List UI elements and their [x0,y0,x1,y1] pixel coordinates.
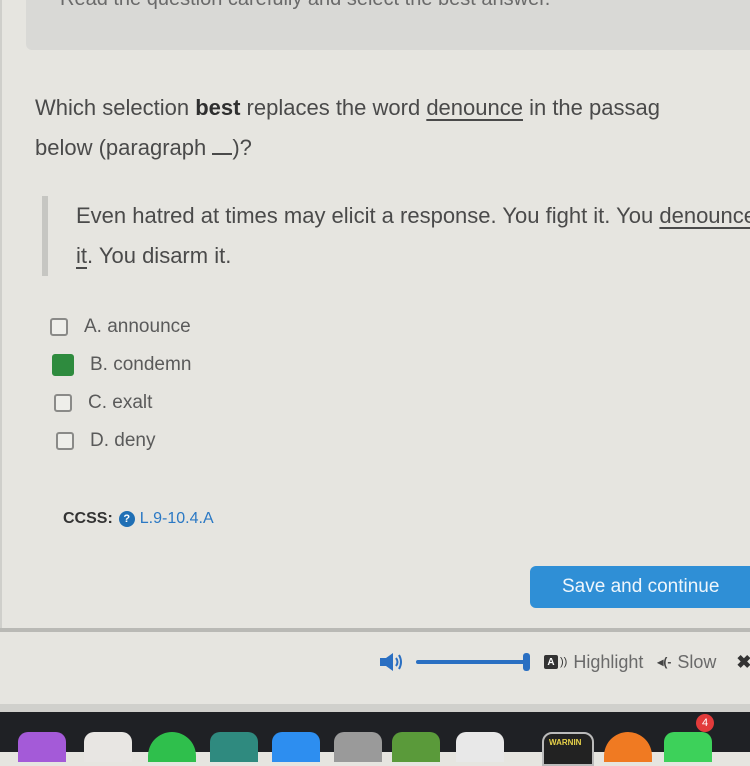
option-label: A. announce [84,316,191,337]
target-word: denounce [426,95,523,120]
instructions-text: Read the question carefully and select t… [60,0,550,11]
option-label: B. condemn [90,354,192,375]
highlight-button[interactable]: Highlight [573,652,643,673]
dock-app-podcasts[interactable] [18,732,66,762]
dock-app-messages[interactable] [664,732,712,762]
dock-app-origin[interactable] [604,732,652,762]
highlight-icon[interactable]: A [544,655,558,669]
dock-app-news[interactable] [84,732,132,762]
console-warning-text: WARNIN [549,738,582,747]
question-text: Which selection [35,95,196,120]
answer-options: A. announce B. condemn C. exalt D. deny [50,308,191,460]
paragraph-blank [212,135,233,155]
question-prompt: Which selection best replaces the word d… [35,88,750,168]
sound-waves-icon: )) [560,656,568,668]
ccss-label: CCSS: [63,510,113,527]
mac-dock: WARNIN [0,712,750,766]
notification-badge: 4 [696,714,714,732]
checkbox[interactable] [54,394,72,412]
question-text: )? [232,135,252,160]
dock-app-roblox[interactable] [456,732,504,762]
slow-button[interactable]: Slow [677,652,716,673]
question-text: in the passag [522,95,660,120]
passage-excerpt: Even hatred at times may elicit a respon… [76,196,750,276]
option-d[interactable]: D. deny [56,422,191,460]
checkbox-checked[interactable] [52,354,74,376]
option-b[interactable]: B. condemn [52,346,191,384]
option-label: C. exalt [88,392,153,413]
question-emphasis: best [195,95,241,120]
close-icon[interactable]: ✖ [736,652,750,673]
dock-app-console[interactable]: WARNIN [542,732,594,766]
option-c[interactable]: C. exalt [54,384,191,422]
dock-app-time-machine[interactable] [210,732,258,762]
volume-slider[interactable] [416,653,530,671]
question-text: replaces the word [240,95,427,120]
option-label: D. deny [90,430,156,451]
passage-quote-bar [42,196,48,276]
audio-toolbar: A )) Highlight ◂(- Slow ✖ [378,648,750,676]
ccss-standard: CCSS: ? L.9-10.4.A [63,510,214,528]
speaker-icon[interactable] [378,651,404,673]
ccss-code-link[interactable]: L.9-10.4.A [140,510,214,528]
left-border [0,0,2,630]
section-divider [0,628,750,632]
dock-app-system-prefs[interactable] [334,732,382,762]
help-icon[interactable]: ? [118,511,135,527]
slow-speed-icon[interactable]: ◂(- [657,655,671,669]
option-a[interactable]: A. announce [50,308,191,346]
volume-slider-handle[interactable] [523,653,530,671]
dock-app-green[interactable] [148,732,196,762]
passage-text: Even hatred at times may elicit a respon… [76,203,660,228]
dock-app-xcode[interactable] [272,732,320,762]
checkbox[interactable] [50,318,68,336]
checkbox[interactable] [56,432,74,450]
passage-text: . You disarm it. [87,243,232,268]
dock-app-minecraft[interactable] [392,732,440,762]
save-and-continue-button[interactable]: Save and continue [530,566,750,608]
question-text: below (paragraph [35,135,213,160]
